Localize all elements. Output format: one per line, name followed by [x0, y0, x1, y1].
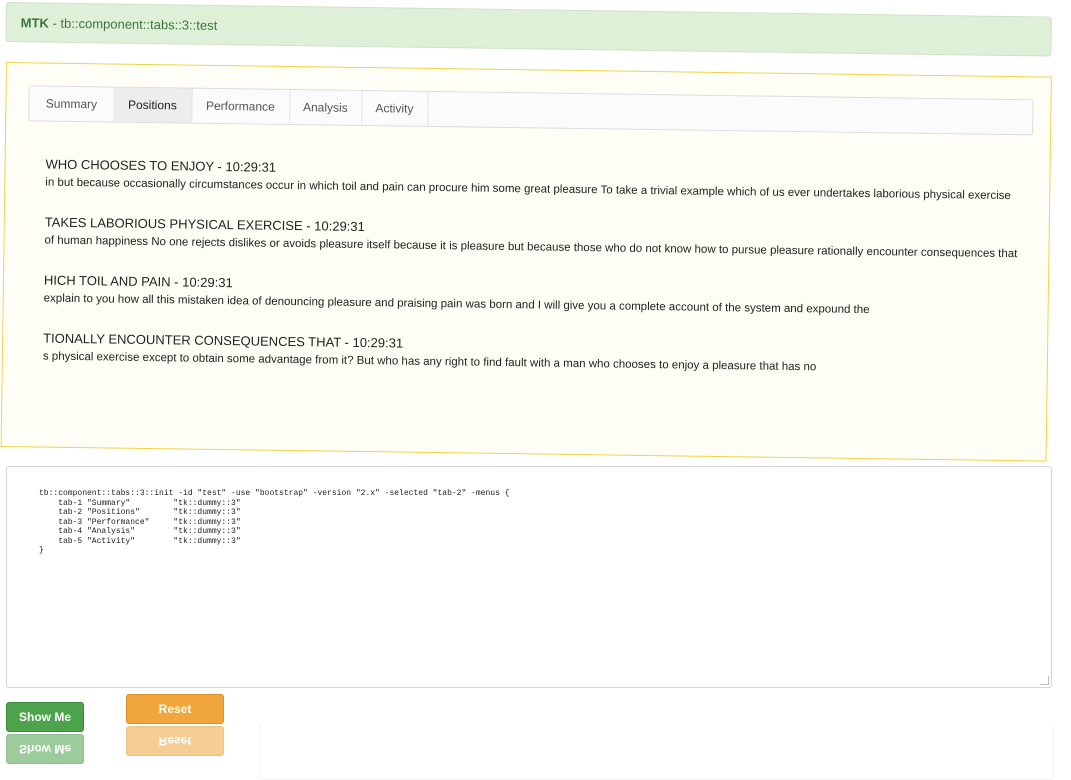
- tab-content: WHO CHOOSES TO ENJOY - 10:29:31 in but b…: [42, 156, 1035, 402]
- list-item: HICH TOIL AND PAIN - 10:29:31 explain to…: [44, 272, 1034, 322]
- list-item: TIONALLY ENCOUNTER CONSEQUENCES THAT - 1…: [43, 330, 1033, 380]
- component-title: tb::component::tabs::3::test: [60, 15, 218, 33]
- code-text[interactable]: tb::component::tabs::3::init -id "test" …: [39, 489, 509, 556]
- tab-activity[interactable]: Activity: [361, 90, 429, 126]
- reset-button-reflection: Reset: [126, 726, 224, 756]
- tab-positions[interactable]: Positions: [113, 87, 193, 123]
- show-me-button[interactable]: Show Me: [6, 702, 84, 732]
- tab-performance[interactable]: Performance: [191, 88, 291, 124]
- title-bar: MTK - tb::component::tabs::3::test: [5, 2, 1052, 57]
- brand-label: MTK: [20, 15, 49, 31]
- show-me-button-reflection: Show Me: [6, 734, 84, 764]
- tab-analysis[interactable]: Analysis: [289, 89, 363, 125]
- tabs-component-panel: Summary Positions Performance Analysis A…: [0, 62, 1052, 462]
- page-title: MTK - tb::component::tabs::3::test: [21, 15, 218, 33]
- list-item: TAKES LABORIOUS PHYSICAL EXERCISE - 10:2…: [44, 214, 1034, 264]
- resize-handle-icon[interactable]: [1040, 676, 1049, 685]
- tab-bar: Summary Positions Performance Analysis A…: [28, 85, 1034, 136]
- code-editor[interactable]: tb::component::tabs::3::init -id "test" …: [6, 466, 1052, 688]
- list-item: WHO CHOOSES TO ENJOY - 10:29:31 in but b…: [45, 156, 1035, 206]
- reflection-panel: [260, 724, 1054, 780]
- reset-button[interactable]: Reset: [126, 694, 224, 724]
- tab-summary[interactable]: Summary: [29, 86, 115, 122]
- buttons-reflection: Show Me Reset: [0, 724, 1060, 780]
- title-separator: -: [52, 15, 61, 31]
